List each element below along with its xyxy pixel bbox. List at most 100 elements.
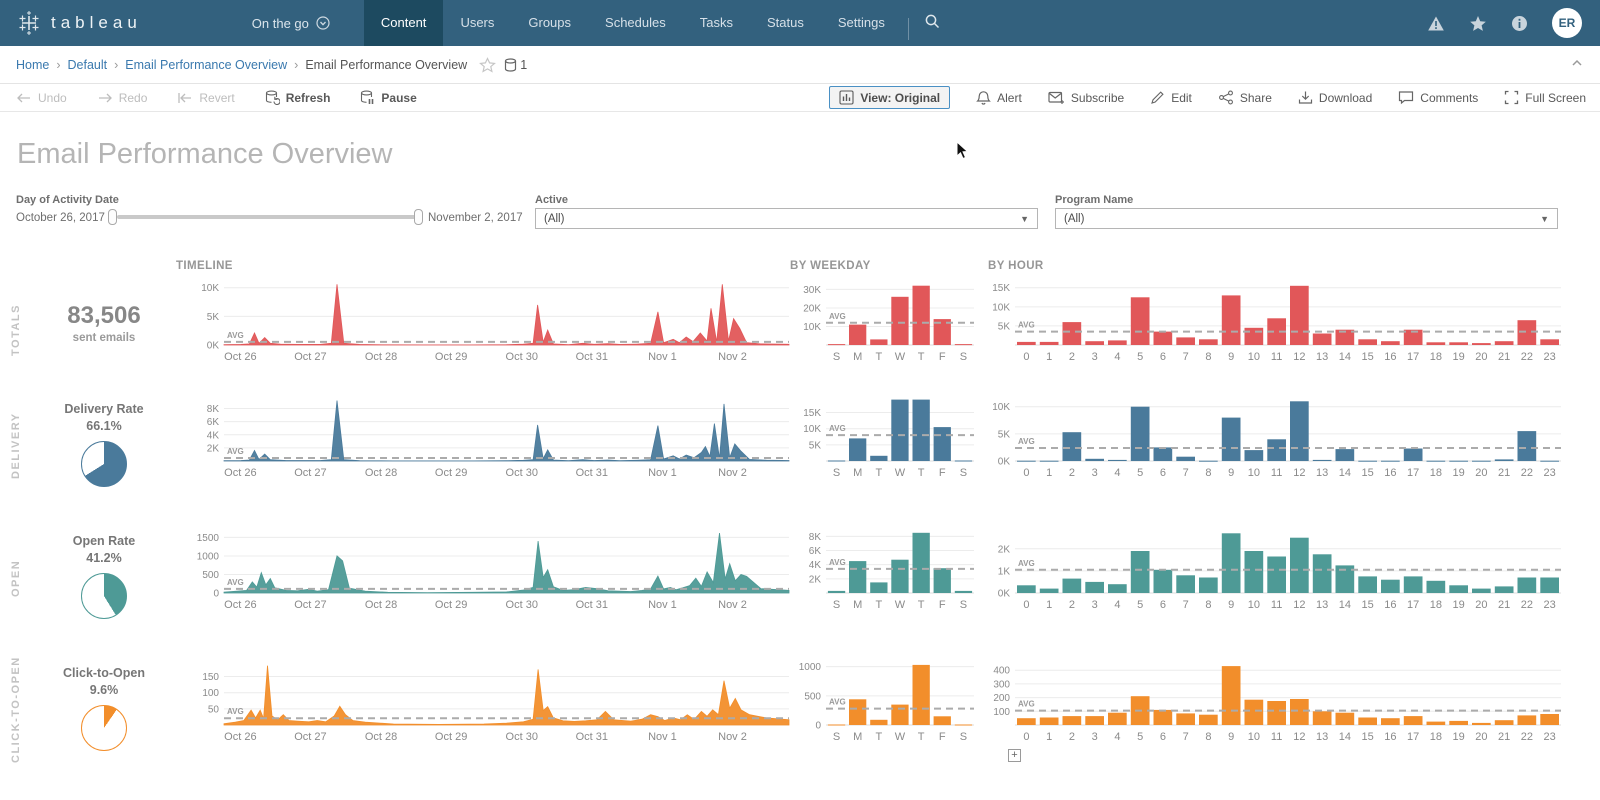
program-filter-dropdown[interactable]: (All) ▼: [1055, 208, 1558, 229]
column-header-hour: BY HOUR: [988, 260, 1044, 272]
svg-text:21: 21: [1498, 351, 1510, 363]
svg-text:M: M: [853, 731, 862, 743]
navbar-right: ER: [1427, 8, 1582, 38]
dashboard-row-open: OPENOpen Rate41.2%150010005000AVGOct 26O…: [0, 520, 1600, 636]
search-button[interactable]: [923, 12, 941, 35]
chart-delivery-hour[interactable]: 10K5K0KAVG012345678910111213141516171819…: [985, 388, 1563, 490]
comments-button[interactable]: Comments: [1398, 90, 1478, 105]
chart-open-timeline[interactable]: 150010005000AVGOct 26Oct 27Oct 28Oct 29O…: [176, 520, 791, 622]
info-button[interactable]: [1511, 15, 1528, 32]
svg-text:Oct 30: Oct 30: [506, 467, 538, 479]
chart-click-weekday[interactable]: 10005000AVGSMTWTFS: [780, 652, 976, 754]
svg-text:1: 1: [1046, 351, 1052, 363]
fullscreen-icon: [1504, 90, 1519, 105]
date-slider-handle-right[interactable]: [414, 209, 423, 225]
expand-button[interactable]: +: [1008, 749, 1021, 762]
site-picker[interactable]: On the go: [252, 16, 330, 31]
subscribe-button[interactable]: Subscribe: [1048, 91, 1124, 105]
kpi-value: 9.6%: [34, 683, 174, 697]
svg-text:Oct 27: Oct 27: [294, 731, 326, 743]
breadcrumb-home[interactable]: Home: [16, 58, 49, 72]
svg-text:Oct 29: Oct 29: [435, 599, 467, 611]
alert-button[interactable]: Alert: [976, 90, 1022, 106]
svg-text:0: 0: [1023, 467, 1029, 479]
envelope-plus-icon: [1048, 91, 1065, 105]
breadcrumb-project[interactable]: Default: [68, 58, 108, 72]
active-filter-dropdown[interactable]: (All) ▼: [535, 208, 1038, 229]
svg-text:7: 7: [1183, 599, 1189, 611]
chart-open-weekday[interactable]: 8K6K4K2KAVGSMTWTFS: [780, 520, 976, 622]
bell-icon: [976, 90, 991, 106]
program-filter-value: (All): [1064, 213, 1084, 225]
share-button[interactable]: Share: [1218, 90, 1272, 105]
nav-item-users[interactable]: Users: [443, 0, 511, 46]
view-original-button[interactable]: View: Original: [829, 86, 950, 109]
chart-totals-hour[interactable]: 15K10K5KAVG01234567891011121314151617181…: [985, 272, 1563, 374]
svg-text:5K: 5K: [998, 321, 1011, 332]
undo-button[interactable]: Undo: [16, 91, 67, 105]
chart-totals-weekday[interactable]: 30K20K10KAVGSMTWTFS: [780, 272, 976, 374]
chart-click-hour[interactable]: 400300200100AVG0123456789101112131415161…: [985, 652, 1563, 754]
svg-text:T: T: [918, 467, 925, 479]
svg-text:S: S: [960, 467, 967, 479]
svg-text:14: 14: [1339, 467, 1351, 479]
redo-icon: [97, 92, 113, 104]
chart-totals-timeline[interactable]: 10K5K0KAVGOct 26Oct 27Oct 28Oct 29Oct 30…: [176, 272, 791, 374]
edit-button[interactable]: Edit: [1150, 90, 1192, 105]
refresh-button[interactable]: Refresh: [265, 90, 331, 105]
chart-open-hour[interactable]: 2K1K0KAVG0123456789101112131415161718192…: [985, 520, 1563, 622]
svg-text:23: 23: [1544, 731, 1556, 743]
nav-item-tasks[interactable]: Tasks: [683, 0, 750, 46]
svg-text:AVG: AVG: [829, 312, 846, 321]
nav-item-content[interactable]: Content: [364, 0, 444, 46]
fullscreen-button[interactable]: Full Screen: [1504, 90, 1586, 105]
nav-item-groups[interactable]: Groups: [511, 0, 588, 46]
svg-text:AVG: AVG: [1018, 559, 1035, 568]
chart-delivery-weekday[interactable]: 15K10K5KAVGSMTWTFS: [780, 388, 976, 490]
datasource-icon: [504, 58, 517, 72]
date-slider-handle-left[interactable]: [108, 209, 117, 225]
redo-button[interactable]: Redo: [97, 91, 148, 105]
svg-text:Oct 29: Oct 29: [435, 731, 467, 743]
row-label-click: CLICK-TO-OPEN: [8, 652, 24, 768]
svg-text:12: 12: [1293, 351, 1305, 363]
svg-text:6: 6: [1160, 731, 1166, 743]
alerts-button[interactable]: [1427, 15, 1445, 32]
svg-text:12: 12: [1293, 467, 1305, 479]
chart-click-timeline[interactable]: 15010050AVGOct 26Oct 27Oct 28Oct 29Oct 3…: [176, 652, 791, 754]
date-slider-track[interactable]: [117, 215, 417, 219]
nav-item-schedules[interactable]: Schedules: [588, 0, 683, 46]
svg-text:Oct 26: Oct 26: [224, 467, 256, 479]
svg-text:4: 4: [1114, 467, 1120, 479]
svg-text:6K: 6K: [809, 546, 822, 557]
svg-text:19: 19: [1453, 731, 1465, 743]
collapse-header-button[interactable]: [1570, 56, 1584, 73]
svg-text:Oct 28: Oct 28: [365, 351, 397, 363]
user-avatar[interactable]: ER: [1552, 8, 1582, 38]
svg-text:0: 0: [1023, 599, 1029, 611]
nav-item-status[interactable]: Status: [750, 0, 821, 46]
svg-text:T: T: [918, 731, 925, 743]
breadcrumb-workbook[interactable]: Email Performance Overview: [125, 58, 287, 72]
chart-delivery-timeline[interactable]: 8K6K4K2KAVGOct 26Oct 27Oct 28Oct 29Oct 3…: [176, 388, 791, 490]
svg-text:20: 20: [1475, 351, 1487, 363]
kpi-title: Click-to-Open: [34, 666, 174, 680]
svg-text:4: 4: [1114, 351, 1120, 363]
svg-text:3: 3: [1092, 731, 1098, 743]
svg-text:8K: 8K: [207, 404, 220, 415]
svg-text:12: 12: [1293, 599, 1305, 611]
svg-text:F: F: [939, 467, 946, 479]
svg-text:AVG: AVG: [1018, 437, 1035, 446]
revert-button[interactable]: Revert: [177, 91, 234, 105]
tableau-logo-icon: [16, 10, 42, 36]
row-label-delivery: DELIVERY: [8, 388, 24, 504]
favorites-star-button[interactable]: [1469, 15, 1487, 32]
download-button[interactable]: Download: [1298, 90, 1372, 105]
pause-button[interactable]: Pause: [360, 90, 416, 105]
logo-text: tableau: [51, 13, 142, 33]
tableau-logo[interactable]: tableau: [16, 10, 142, 36]
favorite-star-icon[interactable]: [479, 57, 496, 73]
svg-text:18: 18: [1430, 467, 1442, 479]
nav-item-settings[interactable]: Settings: [821, 0, 902, 46]
svg-text:5K: 5K: [809, 440, 822, 451]
